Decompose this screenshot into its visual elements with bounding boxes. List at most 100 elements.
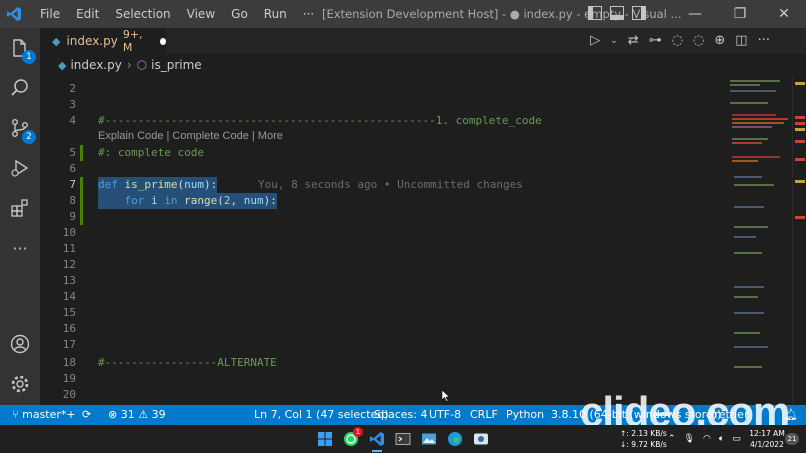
clock-date: 4/1/2022 [750,440,784,449]
split-editor-icon[interactable]: ◫ [735,33,747,49]
chevron-right-icon: › [126,58,132,72]
account-icon[interactable] [0,324,40,364]
vscode-logo-icon [0,0,28,28]
code-line: 12 [62,258,76,271]
language-mode[interactable]: Python [506,405,544,425]
next-change-icon[interactable]: ◌ [693,33,704,49]
vscode-taskbar-icon[interactable] [368,430,386,448]
eol-status[interactable]: CRLF [470,405,498,425]
code-line: 17 [62,338,76,351]
comment-complete-code-header: #---------------------------------------… [98,114,542,127]
code-line: 10 [62,226,76,239]
code-line: 3 [69,98,76,111]
minimap[interactable] [726,76,792,405]
menu-run[interactable]: Run [256,0,295,28]
git-blame-annotation: You, 8 seconds ago • Uncommitted changes [258,178,523,191]
network-speed: ↑: 2.13 KB/s ↓: 9.72 KB/s [620,428,667,450]
code-editor[interactable]: 2 3 4 #----------------------------------… [40,76,726,405]
upload-speed: ↑: 2.13 KB/s [620,429,667,438]
gutter-added-marker [80,193,83,209]
whatsapp-badge: 1 [353,427,363,437]
git-branch-status[interactable]: ⑂ master*+ [12,405,76,425]
run-file-icon[interactable]: ▷ [590,33,600,49]
screen-recorder-icon[interactable] [472,430,490,448]
timeline-icon[interactable]: ⊕ [714,33,725,49]
more-actions-icon[interactable]: ··· [758,33,770,49]
code-line: 5 #: complete code [69,145,204,161]
menu-bar: File Edit Selection View Go Run ··· [32,0,322,28]
encoding-status[interactable]: UTF-8 [429,405,461,425]
previous-change-icon[interactable]: ◌ [672,33,683,49]
windows-start-icon[interactable] [316,430,334,448]
code-line: 14 [62,290,76,303]
code-line: 19 [62,372,76,385]
menu-more[interactable]: ··· [295,0,322,28]
open-changes-icon[interactable]: ⊶ [649,33,662,49]
function-symbol-icon: ⬡ [136,58,148,72]
system-tray: ⌃ 🎙︎ ◠ 🔈︎ ▭ [668,425,741,453]
selected-code: ····for i in range(2, num): [98,193,277,209]
terminal-icon[interactable] [394,430,412,448]
settings-gear-icon[interactable] [0,364,40,404]
run-dropdown-chevron-icon[interactable]: ⌄ [610,33,618,49]
menu-edit[interactable]: Edit [68,0,107,28]
menu-view[interactable]: View [179,0,223,28]
unsaved-dot-icon[interactable] [160,37,166,45]
mouse-cursor-icon [441,389,451,405]
code-line: 15 [62,306,76,319]
selected-code: def is_prime(num): [98,177,218,193]
edge-browser-icon[interactable] [446,430,464,448]
code-line: 16 [62,322,76,335]
sync-icon[interactable]: ⟳ [82,405,91,425]
problems-status[interactable]: ⊗ 31 ⚠ 39 [108,405,166,425]
toggle-secondary-sidebar-icon[interactable] [632,6,646,20]
tab-label: index.py [66,34,118,48]
notification-count[interactable]: 21 [785,433,799,445]
chevron-up-icon[interactable]: ⌃ [668,434,676,444]
battery-icon[interactable]: ▭ [732,434,741,444]
breadcrumb-file[interactable]: index.py [70,58,121,72]
whatsapp-icon[interactable]: 1 [342,427,363,448]
source-control-icon[interactable]: 2 [0,108,40,148]
editor-actions: ▷ ⌄ ⇄ ⊶ ◌ ◌ ⊕ ◫ ··· [590,33,770,49]
minimize-button[interactable]: — [673,0,717,28]
code-line: 8 ····for i in range(2, num): [69,193,277,209]
breadcrumb-symbol[interactable]: is_prime [151,58,202,72]
photos-icon[interactable] [420,430,438,448]
close-button[interactable]: ✕ [762,0,806,28]
clock[interactable]: 12:17 AM 4/1/2022 [748,428,786,450]
toggle-panel-icon[interactable] [610,6,624,20]
run-debug-icon[interactable] [0,148,40,188]
toggle-sidebar-icon[interactable] [588,6,602,20]
menu-selection[interactable]: Selection [107,0,178,28]
code-line: 2 [69,82,76,95]
layout-controls [588,6,646,20]
tab-problems-status: 9+, M [122,28,143,54]
extensions-icon[interactable] [0,188,40,228]
wifi-icon[interactable]: ◠ [703,434,711,444]
search-icon[interactable] [0,68,40,108]
codelens-actions[interactable]: Explain Code | Complete Code | More [98,130,283,142]
menu-file[interactable]: File [32,0,68,28]
download-speed: ↓: 9.72 KB/s [620,440,667,449]
comment-alternate: #-----------------ALTERNATE [98,356,277,369]
volume-icon[interactable]: 🔈︎ [719,434,724,444]
clock-time: 12:17 AM [749,429,785,438]
code-line: 9 [40,209,726,225]
cursor-position[interactable]: Ln 7, Col 1 (47 selected) [254,405,389,425]
compare-changes-icon[interactable]: ⇄ [628,33,639,49]
title-bar: File Edit Selection View Go Run ··· [Ext… [0,0,806,28]
branch-name: master*+ [22,408,76,421]
source-control-badge: 2 [22,130,36,144]
vertical-scrollbar[interactable] [792,76,806,405]
python-file-icon: ◆ [58,58,67,72]
breadcrumb: ◆ index.py › ⬡ is_prime [40,54,806,76]
indentation-status[interactable]: Spaces: 4 [374,405,427,425]
tab-index-py[interactable]: ◆ index.py 9+, M [40,28,166,54]
microphone-icon[interactable]: 🎙︎ [684,434,695,444]
menu-go[interactable]: Go [223,0,256,28]
more-views-icon[interactable]: ··· [0,228,40,268]
explorer-icon[interactable]: 1 [0,28,40,68]
code-line: 6 [69,162,76,175]
restore-button[interactable]: ❐ [718,0,762,28]
